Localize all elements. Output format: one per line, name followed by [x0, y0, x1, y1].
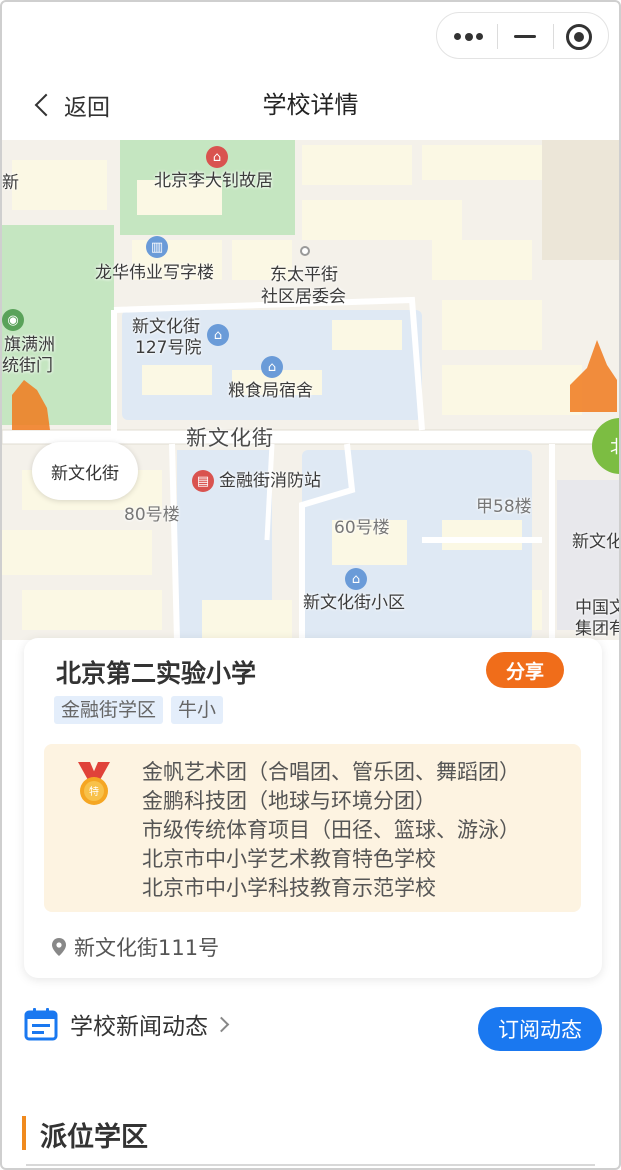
- poi-dot-icon: [300, 246, 310, 256]
- section-title: 派位学区: [40, 1122, 148, 1153]
- office-pin-icon[interactable]: ▥: [146, 236, 168, 258]
- calendar-icon: [24, 1008, 58, 1041]
- divider: [26, 1164, 595, 1166]
- school-news-link[interactable]: 学校新闻动态: [24, 1007, 230, 1041]
- map-label-xinwenhua-community[interactable]: 新文化街小区: [303, 592, 405, 614]
- map-label-dongtaiping[interactable]: 东太平街: [270, 264, 338, 286]
- honor-item: 北京市中小学艺术教育特色学校: [142, 847, 436, 871]
- capsule-divider: [497, 24, 498, 49]
- share-button[interactable]: 分享: [486, 652, 564, 688]
- map-label-qiman[interactable]: 旗满洲: [4, 334, 55, 356]
- landmark-pin-icon[interactable]: ⌂: [206, 146, 228, 168]
- map-label-right[interactable]: 新文化: [572, 531, 619, 553]
- address-text: 新文化街111号: [74, 936, 220, 960]
- svg-text:特: 特: [89, 786, 99, 798]
- map-label-right-3[interactable]: 集团有: [575, 618, 619, 640]
- honor-item: 金鹏科技团（地球与环境分团）: [142, 789, 436, 813]
- school-address[interactable]: 新文化街111号: [52, 932, 219, 962]
- street-label: 新文化街: [186, 426, 274, 450]
- map-label-bldg80: 80号楼: [124, 505, 180, 525]
- honor-item: 金帆艺术团（合唱团、管乐团、舞蹈团）: [142, 760, 520, 784]
- scenic-pin-icon[interactable]: ◉: [2, 309, 24, 331]
- phone-frame: 返回 学校详情 新 ⌂ 北京李大钊故居 ▥ 龙华伟业写字楼 东太平街 社区居委会…: [0, 0, 621, 1170]
- map-label-bldg58: 甲58楼: [476, 497, 532, 517]
- map-label-xinwenhua127[interactable]: 新文化街: [132, 316, 200, 338]
- residence-pin-icon[interactable]: ⌂: [345, 568, 367, 590]
- map-label-bldg60: 60号楼: [334, 518, 390, 538]
- school-tags: 金融街学区 牛小: [54, 696, 224, 724]
- more-dots-icon[interactable]: [454, 32, 484, 41]
- subscribe-button[interactable]: 订阅动态: [478, 1007, 602, 1051]
- residence-pin-icon[interactable]: ⌂: [207, 324, 229, 346]
- section-accent-bar: [22, 1116, 26, 1150]
- news-label: 学校新闻动态: [70, 1014, 208, 1040]
- target-icon[interactable]: [566, 24, 592, 50]
- tag-rank: 牛小: [171, 696, 224, 724]
- capsule-divider: [553, 24, 554, 49]
- map-label-longhua[interactable]: 龙华伟业写字楼: [95, 262, 214, 284]
- map-label-right-2[interactable]: 中国文: [575, 597, 619, 619]
- map-label-liangshiju[interactable]: 粮食局宿舍: [228, 380, 313, 402]
- map-label-qiman-2[interactable]: 统街门: [2, 355, 53, 377]
- honors-list: 金帆艺术团（合唱团、管乐团、舞蹈团） 金鹏科技团（地球与环境分团） 市级传统体育…: [142, 758, 520, 903]
- map-view[interactable]: 新 ⌂ 北京李大钊故居 ▥ 龙华伟业写字楼 东太平街 社区居委会 ◉ 旗满洲 统…: [2, 140, 619, 640]
- location-pin-icon: [52, 938, 66, 956]
- residence-pin-icon[interactable]: ⌂: [261, 356, 283, 378]
- page-title: 学校详情: [262, 91, 359, 119]
- map-label: 新: [2, 173, 19, 193]
- map-label-dongtaiping-2[interactable]: 社区居委会: [261, 286, 346, 308]
- map-label-xinwenhua127-2[interactable]: 127号院: [135, 337, 201, 359]
- map-label-fire-station[interactable]: 金融街消防站: [219, 470, 321, 492]
- school-name: 北京第二实验小学: [56, 659, 257, 688]
- tag-district: 金融街学区: [54, 696, 164, 724]
- map-label-li-dazhao[interactable]: 北京李大钊故居: [154, 170, 273, 192]
- honor-item: 北京市中小学科技教育示范学校: [142, 876, 436, 900]
- school-card: 北京第二实验小学 分享 金融街学区 牛小 特 金帆艺术团（合唱团、管乐团、舞蹈团…: [24, 638, 602, 978]
- fire-station-pin-icon[interactable]: ▤: [192, 470, 214, 492]
- capsule-menu: [436, 12, 609, 59]
- medal-icon: 特: [78, 762, 110, 805]
- minimize-icon[interactable]: [514, 35, 536, 38]
- honors-box: 特 金帆艺术团（合唱团、管乐团、舞蹈团） 金鹏科技团（地球与环境分团） 市级传统…: [44, 744, 581, 912]
- street-bubble[interactable]: 新文化街: [32, 442, 138, 500]
- chevron-right-icon: [213, 1016, 230, 1032]
- honor-item: 市级传统体育项目（田径、篮球、游泳）: [142, 818, 520, 842]
